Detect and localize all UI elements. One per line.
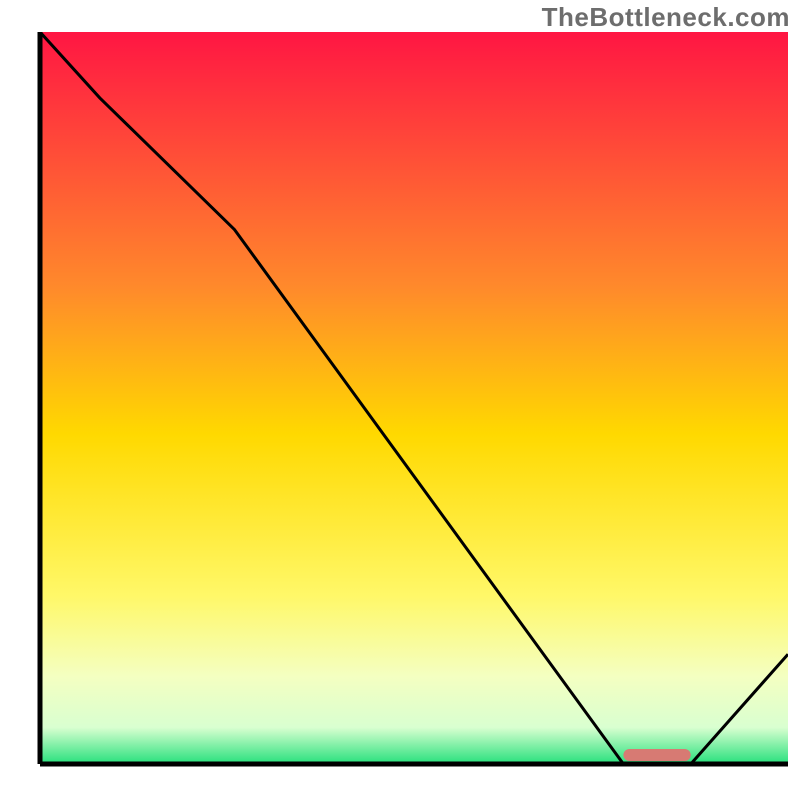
chart-stage: TheBottleneck.com bottleneck-curve bbox=[0, 0, 800, 800]
optimal-range-bar bbox=[623, 749, 690, 761]
watermark-text: TheBottleneck.com bbox=[542, 2, 790, 33]
bottleneck-chart: bottleneck-curve bbox=[0, 0, 800, 800]
gradient-background bbox=[40, 32, 788, 764]
